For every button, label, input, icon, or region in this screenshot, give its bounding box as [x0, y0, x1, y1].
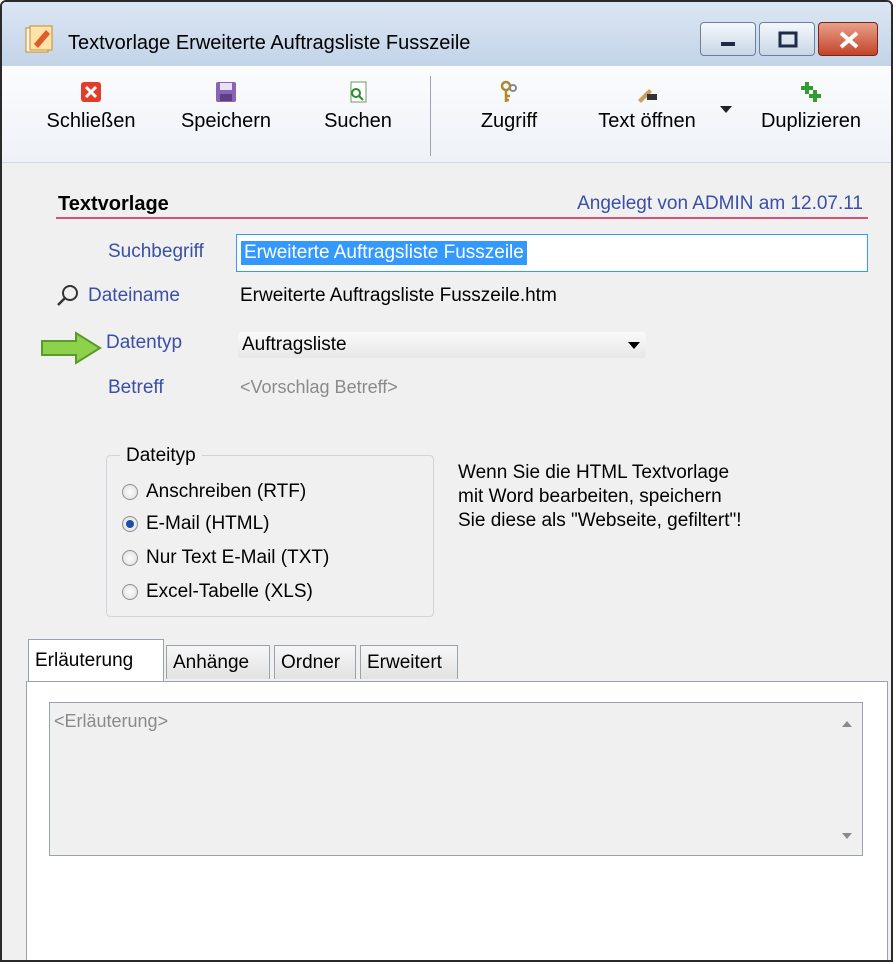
maximize-button[interactable] — [759, 22, 815, 56]
duplicate-button[interactable]: Duplizieren — [754, 80, 868, 133]
datentyp-label: Datentyp — [106, 332, 183, 353]
close-icon — [839, 31, 859, 49]
save-label: Speichern — [180, 110, 272, 132]
tab-panel-erlaeuterung: <Erläuterung> — [26, 681, 888, 960]
section-divider — [56, 217, 868, 219]
close-toolbar-button[interactable]: Schließen — [42, 80, 140, 133]
main-content: Textvorlage Angelegt von ADMIN am 12.07.… — [2, 163, 891, 960]
access-label: Zugriff — [480, 110, 538, 132]
toolbar-separator — [430, 76, 431, 156]
radio-rtf-label: Anschreiben (RTF) — [146, 481, 307, 502]
minimize-button[interactable] — [700, 22, 756, 56]
suchbegriff-label: Suchbegriff — [108, 241, 204, 262]
magnifier-icon[interactable] — [56, 283, 80, 307]
radio-rtf-circle — [122, 483, 138, 500]
dateiname-value: Erweiterte Auftragsliste Fusszeile.htm — [240, 285, 557, 306]
datentyp-value: Auftragsliste — [242, 334, 347, 355]
betreff-input[interactable]: <Vorschlag Betreff> — [240, 377, 398, 398]
scroll-up-icon[interactable] — [842, 721, 852, 727]
access-button[interactable]: Zugriff — [476, 80, 542, 133]
keys-icon — [500, 80, 517, 102]
maximize-icon — [778, 31, 798, 48]
erlaeuterung-placeholder: <Erläuterung> — [54, 711, 169, 731]
hint-line-1: Wenn Sie die HTML Textvorlage — [458, 462, 730, 483]
section-title: Textvorlage — [58, 193, 169, 215]
chevron-down-icon — [628, 342, 640, 349]
close-icon — [81, 82, 101, 102]
radio-xls-circle — [122, 583, 138, 600]
minimize-icon — [721, 42, 735, 46]
radio-txt[interactable]: Nur Text E-Mail (TXT) — [122, 547, 329, 569]
pen-icon — [638, 89, 657, 103]
tab-erweitert[interactable]: Erweitert — [360, 645, 458, 679]
radio-txt-circle — [122, 549, 138, 566]
toolbar: Schließen Speichern Suchen Zugriff Text … — [2, 66, 891, 163]
radio-txt-label: Nur Text E-Mail (TXT) — [146, 547, 330, 568]
close-window-button[interactable] — [818, 22, 878, 56]
suchbegriff-value: Erweiterte Auftragsliste Fusszeile — [241, 241, 527, 265]
radio-html-circle — [122, 515, 138, 532]
scroll-down-icon[interactable] — [842, 833, 852, 839]
duplicate-label: Duplizieren — [760, 110, 862, 132]
dateiname-label[interactable]: Dateiname — [88, 285, 180, 307]
open-text-dropdown-icon[interactable] — [720, 106, 732, 113]
hint-line-2: mit Word bearbeiten, speichern — [458, 486, 722, 507]
html-hint-text: Wenn Sie die HTML Textvorlage mit Word b… — [458, 461, 818, 533]
dateityp-title: Dateityp — [120, 445, 202, 467]
datentyp-select[interactable]: Auftragsliste — [238, 332, 646, 358]
search-doc-icon — [350, 81, 367, 103]
tab-anhaenge[interactable]: Anhänge — [166, 645, 270, 679]
radio-html[interactable]: E-Mail (HTML) — [122, 513, 270, 535]
betreff-label: Betreff — [108, 377, 164, 398]
erlaeuterung-textarea[interactable]: <Erläuterung> — [49, 702, 863, 856]
search-button[interactable]: Suchen — [318, 80, 398, 133]
radio-rtf[interactable]: Anschreiben (RTF) — [122, 481, 306, 503]
hint-line-3: Sie diese als "Webseite, gefiltert"! — [458, 510, 742, 531]
app-window: Textvorlage Erweiterte Auftragsliste Fus… — [0, 0, 893, 962]
close-label: Schließen — [46, 110, 136, 132]
created-by-info: Angelegt von ADMIN am 12.07.11 — [577, 193, 863, 214]
duplicate-icon — [801, 82, 821, 102]
arrow-right-icon — [41, 331, 102, 365]
open-text-button[interactable]: Text öffnen — [590, 80, 704, 133]
tab-ordner[interactable]: Ordner — [274, 645, 356, 679]
title-bar[interactable]: Textvorlage Erweiterte Auftragsliste Fus… — [2, 2, 891, 67]
radio-html-label: E-Mail (HTML) — [146, 513, 270, 534]
save-button[interactable]: Speichern — [174, 80, 278, 133]
radio-xls[interactable]: Excel-Tabelle (XLS) — [122, 581, 313, 603]
save-icon — [216, 82, 236, 102]
open-text-label: Text öffnen — [598, 110, 696, 132]
tab-erlaeuterung[interactable]: Erläuterung — [28, 639, 164, 681]
app-document-icon — [25, 25, 53, 53]
radio-xls-label: Excel-Tabelle (XLS) — [146, 581, 313, 602]
search-label: Suchen — [324, 110, 392, 132]
window-title: Textvorlage Erweiterte Auftragsliste Fus… — [68, 32, 471, 54]
suchbegriff-input[interactable]: Erweiterte Auftragsliste Fusszeile — [236, 234, 868, 272]
